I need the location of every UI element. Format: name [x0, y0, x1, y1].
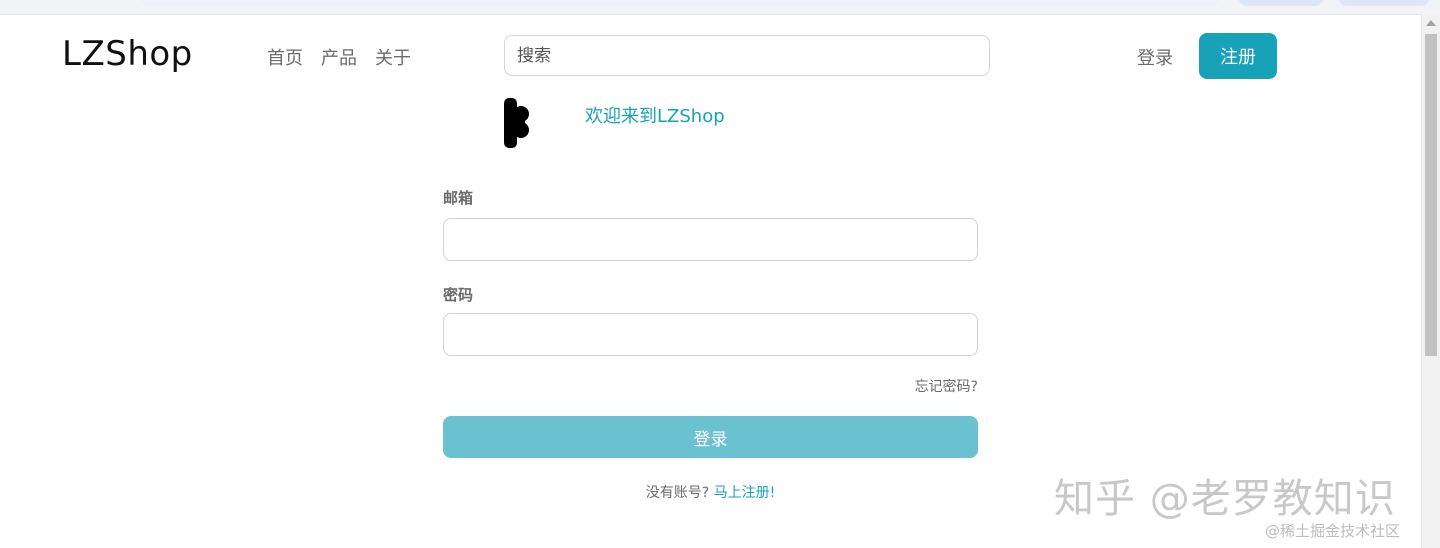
scrollbar-thumb[interactable] [1425, 34, 1437, 356]
email-field[interactable] [443, 218, 978, 261]
login-submit-button[interactable]: 登录 [443, 416, 978, 458]
browser-chrome-button[interactable] [1338, 0, 1430, 6]
scroll-up-icon[interactable] [1426, 20, 1436, 26]
signup-link[interactable]: 马上注册! [714, 485, 776, 501]
search-input[interactable] [504, 35, 990, 76]
address-bar[interactable] [140, 0, 1220, 6]
password-field[interactable] [443, 313, 978, 356]
email-label: 邮箱 [443, 189, 474, 207]
browser-chrome-button[interactable] [1238, 0, 1324, 6]
zhihu-watermark: 知乎 @老罗教知识 [1054, 476, 1396, 522]
browser-chrome-strip [0, 0, 1440, 15]
register-button[interactable]: 注册 [1199, 33, 1277, 79]
forgot-password-link[interactable]: 忘记密码? [915, 376, 978, 396]
nav-link-about[interactable]: 关于 [375, 44, 411, 70]
shop-logo-icon [504, 98, 529, 148]
nav-link-products[interactable]: 产品 [321, 44, 357, 70]
no-account-text: 没有账号? [645, 485, 714, 501]
brand-logo-text[interactable]: LZShop [62, 34, 193, 74]
nav-login-link[interactable]: 登录 [1137, 44, 1173, 70]
password-label: 密码 [443, 286, 474, 304]
nav-link-home[interactable]: 首页 [267, 44, 303, 70]
juejin-watermark: @稀土掘金技术社区 [1265, 522, 1401, 540]
main-nav: 首页 产品 关于 [267, 44, 411, 70]
page-scrollbar[interactable] [1421, 14, 1440, 548]
welcome-heading: 欢迎来到LZShop [585, 106, 725, 127]
